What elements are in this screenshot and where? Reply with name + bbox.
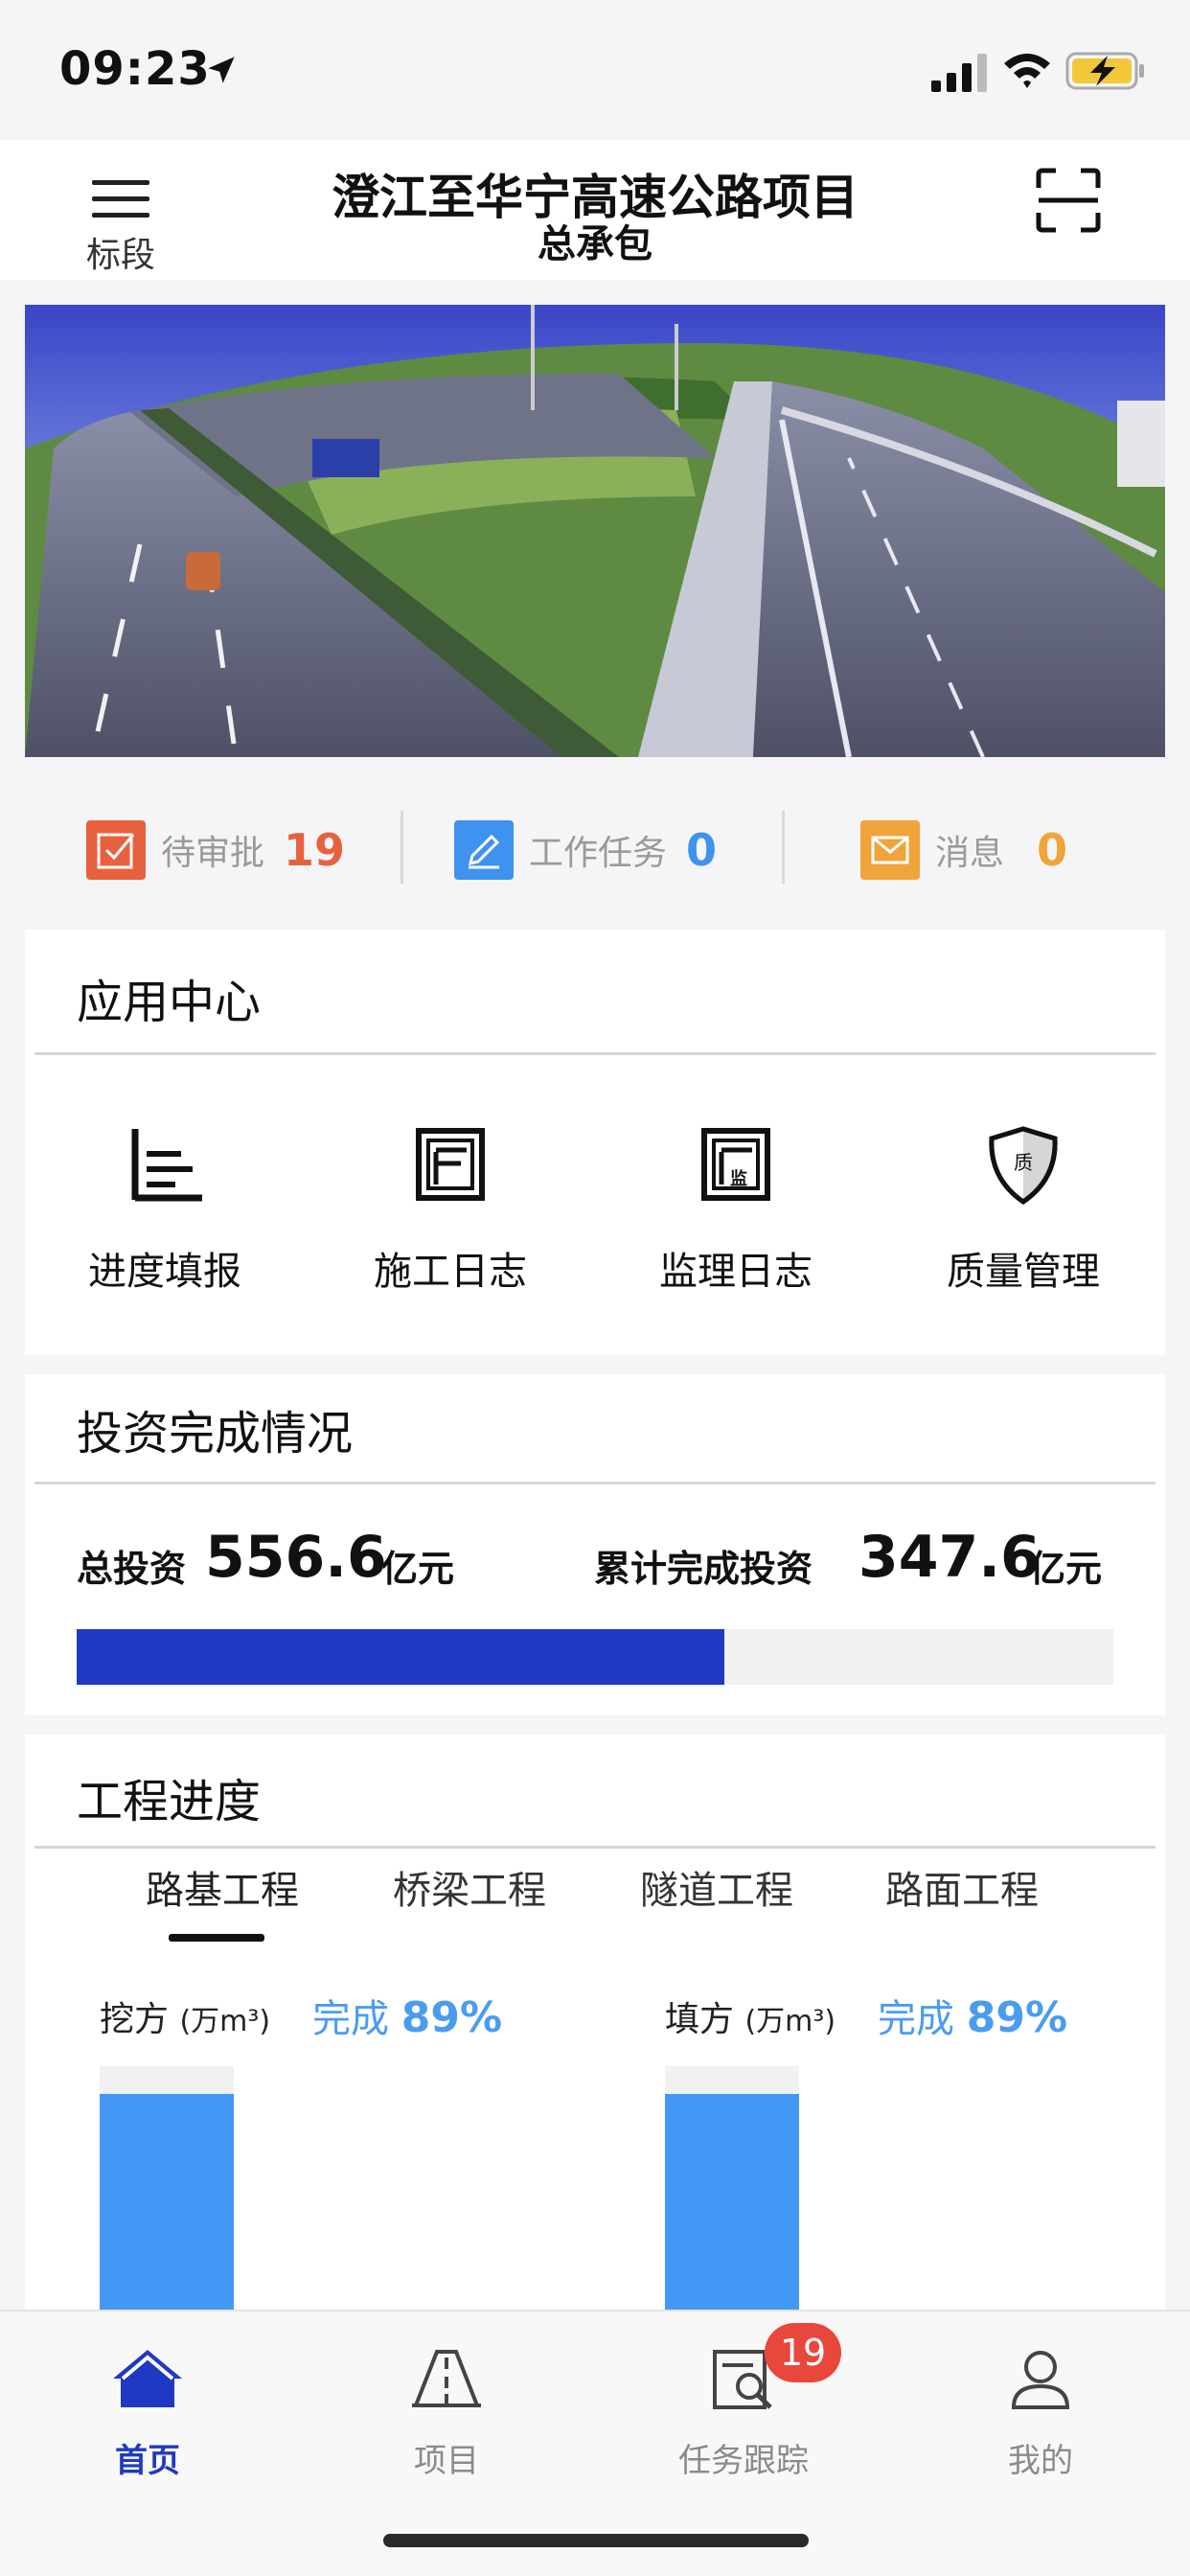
message-label: 消息: [935, 834, 1005, 873]
engineering-title: 工程进度: [77, 1775, 262, 1828]
status-bar: 09:23: [0, 0, 1190, 140]
excavation-unit: (万m³): [179, 2005, 271, 2038]
app-label: 监理日志: [659, 1250, 812, 1294]
investment-title: 投资完成情况: [77, 1407, 354, 1460]
app-progress-report[interactable]: 进度填报: [50, 1121, 280, 1296]
road-icon: [412, 2350, 481, 2407]
approval-check-icon: [86, 820, 146, 880]
excavation-completion: 完成 89%: [312, 1993, 503, 2042]
app-construction-log[interactable]: 施工日志: [335, 1121, 565, 1296]
status-time: 09:23: [59, 42, 211, 96]
pending-approval-label: 待审批: [161, 834, 265, 873]
pencil-icon: [454, 820, 514, 880]
completed-investment-label: 累计完成投资: [594, 1548, 813, 1590]
location-arrow-icon: [208, 57, 235, 83]
excavation-progress-bar: [100, 2066, 234, 2315]
fill-label: 填方 (万m³): [665, 2000, 836, 2039]
fill-progress-bar: [665, 2066, 799, 2315]
fill-unit: (万m³): [744, 2005, 836, 2038]
investment-progress-fill: [77, 1629, 724, 1685]
banner-image[interactable]: [25, 305, 1165, 757]
divider: [782, 811, 785, 884]
divider: [34, 1482, 1156, 1484]
excavation-progress-fill: [100, 2093, 234, 2315]
battery-charging-icon: [1065, 52, 1144, 90]
nav-label: 首页: [115, 2442, 180, 2480]
highway-photo: [25, 305, 1165, 757]
tab-roadbed[interactable]: 路基工程: [146, 1859, 299, 1915]
fill-percent: 89%: [966, 1993, 1068, 2042]
divider: [34, 1052, 1156, 1055]
work-task-counter[interactable]: 工作任务 0: [454, 816, 717, 884]
task-badge: 19: [765, 2323, 841, 2382]
work-task-label: 工作任务: [529, 834, 668, 873]
scan-icon[interactable]: [1035, 167, 1102, 234]
nav-home[interactable]: 首页: [61, 2340, 234, 2481]
nav-label: 我的: [1008, 2442, 1073, 2480]
divider: [400, 811, 403, 884]
total-investment-label: 总投资: [77, 1548, 187, 1590]
pending-approval-count: 19: [284, 824, 346, 876]
excavation-label: 挖方 (万m³): [100, 2000, 271, 2039]
progress-report-icon: [131, 1129, 202, 1202]
nav-label: 任务跟踪: [678, 2442, 809, 2480]
cellular-signal-icon: [931, 54, 987, 92]
tab-tunnel[interactable]: 隧道工程: [640, 1859, 793, 1915]
completed-investment-unit: 亿元: [1029, 1548, 1103, 1590]
pending-approval-counter[interactable]: 待审批 19: [86, 816, 345, 884]
tab-pavement[interactable]: 路面工程: [885, 1859, 1039, 1915]
app-center-title: 应用中心: [77, 976, 262, 1029]
investment-card: 投资完成情况 总投资 556.6 亿元 累计完成投资 347.6 亿元: [25, 1374, 1165, 1715]
message-counter[interactable]: 消息 0: [860, 816, 1067, 884]
excavation-percent: 89%: [400, 1993, 503, 2042]
mail-icon: [860, 820, 920, 880]
app-quality-management[interactable]: 质 质量管理: [908, 1121, 1138, 1296]
summary-counters: 待审批 19 工作任务 0 消息 0: [0, 792, 1190, 907]
app-center-card: 应用中心 进度填报 施工日志 监 监理日志 质 质量管理: [25, 930, 1165, 1355]
investment-progress-bar: [77, 1629, 1113, 1685]
supervision-log-icon: 监: [701, 1128, 770, 1201]
active-tab-indicator: [169, 1934, 264, 1942]
nav-label: 项目: [414, 2442, 479, 2480]
divider: [34, 1846, 1156, 1849]
app-supervision-log[interactable]: 监 监理日志: [621, 1121, 851, 1296]
work-task-count: 0: [686, 824, 718, 876]
app-label: 施工日志: [374, 1250, 527, 1294]
supervision-icon-text: 监: [730, 1168, 747, 1189]
user-icon: [1011, 2351, 1070, 2409]
construction-log-icon: [416, 1128, 485, 1201]
tab-bridge[interactable]: 桥梁工程: [393, 1859, 546, 1915]
nav-project[interactable]: 项目: [360, 2340, 533, 2481]
message-count: 0: [1037, 824, 1068, 876]
wifi-icon: [1004, 54, 1050, 88]
quality-icon-text: 质: [1014, 1151, 1033, 1174]
nav-mine[interactable]: 我的: [954, 2340, 1127, 2481]
quality-shield-icon: 质: [989, 1126, 1058, 1206]
app-label: 进度填报: [88, 1250, 241, 1294]
app-label: 质量管理: [947, 1250, 1100, 1294]
fill-progress-fill: [665, 2093, 799, 2315]
completed-investment-value: 347.6: [858, 1524, 1041, 1591]
page-subtitle: 总承包: [538, 222, 652, 266]
total-investment-unit: 亿元: [381, 1548, 455, 1590]
fill-completion: 完成 89%: [878, 1993, 1068, 2042]
home-indicator: [383, 2534, 809, 2547]
app-header: 标段 澄江至华宁高速公路项目 总承包: [0, 140, 1190, 280]
total-investment-value: 556.6: [205, 1524, 387, 1591]
home-icon: [113, 2350, 182, 2407]
